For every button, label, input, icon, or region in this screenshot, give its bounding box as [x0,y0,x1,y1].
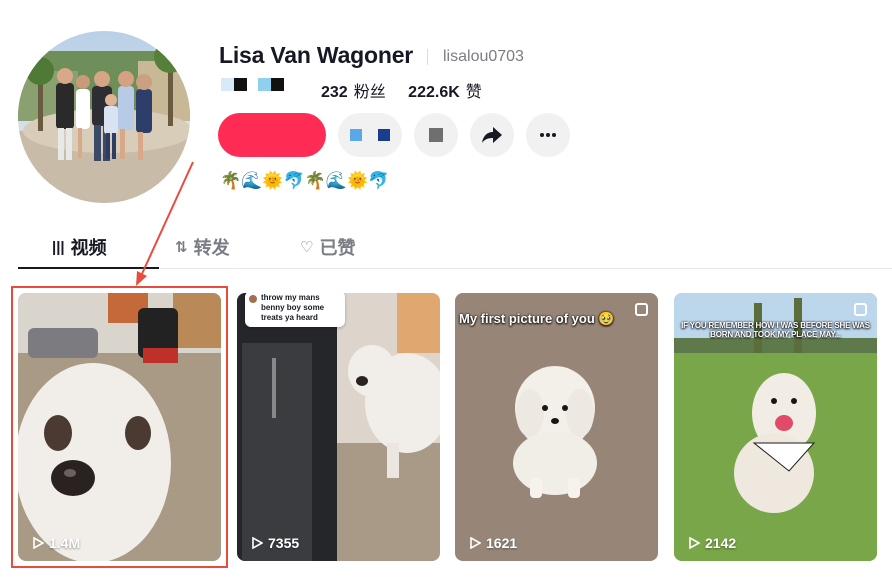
video-2-caption-sticker: throw my mans benny boy some treats ya h… [245,293,345,327]
tab-videos[interactable]: ||| 视频 [52,234,107,260]
glyph-pair-2 [258,78,284,91]
view-count: 2142 [705,535,737,551]
video-2-caption: throw my mans benny boy some treats ya h… [261,293,325,322]
tab-reposts[interactable]: ⇅ 转发 [175,234,230,260]
multi-photo-icon [854,303,867,316]
tab-liked[interactable]: ♡ 已赞 [300,234,355,260]
annotation-highlight-box [11,286,228,568]
likes-stat: 222.6K 赞 [408,84,482,101]
follow-button[interactable] [218,113,326,157]
tab-reposts-label: 转发 [193,238,230,258]
video-2-views: 7355 [251,535,299,551]
likes-label: 赞 [465,84,482,101]
avatar-photo [18,31,190,203]
view-count: 1621 [486,535,518,551]
video-3-caption: My first picture of you 🥹 [459,311,615,326]
multi-photo-icon [635,303,648,316]
play-icon [470,537,481,549]
followers-label: 粉丝 [353,84,386,101]
video-card-3[interactable]: My first picture of you 🥹 1621 [455,293,658,561]
video-4-caption: IF YOU REMEMBER HOW I WAS BEFORE SHE WAS… [681,321,870,339]
profile-stats: 232 粉丝 222.6K 赞 [321,78,500,102]
profile-name: Lisa Van Wagoner [219,42,414,68]
video-thumbnail-3 [455,293,658,561]
unrendered-glyphs [221,78,284,91]
video-4-views: 2142 [688,535,736,551]
name-divider [427,49,428,65]
glyph-pair-1 [221,78,247,91]
profile-handle: lisalou0703 [443,48,524,65]
followers-count: 232 [321,84,348,101]
view-count: 7355 [268,535,300,551]
play-icon [689,537,700,549]
videos-grid-icon: ||| [52,238,65,256]
video-3-views: 1621 [469,535,517,551]
profile-bio: 🌴🌊🌞🐬🌴🌊🌞🐬 [220,171,390,190]
profile-avatar[interactable] [18,31,190,203]
profile-tabs: ||| 视频 ⇅ 转发 ♡ 已赞 [18,226,892,269]
active-tab-underline [18,267,159,269]
more-button[interactable] [526,113,570,157]
video-card-4[interactable]: IF YOU REMEMBER HOW I WAS BEFORE SHE WAS… [674,293,877,561]
video-card-2[interactable]: throw my mans benny boy some treats ya h… [237,293,440,561]
video-thumbnail-2 [237,293,440,561]
tab-liked-label: 已赞 [319,238,356,258]
repost-icon: ⇅ [175,239,188,256]
share-icon [482,127,502,143]
likes-count: 222.6K [408,84,460,101]
add-friend-button[interactable] [414,113,458,157]
followers-stat[interactable]: 232 粉丝 [321,84,386,101]
message-button[interactable] [338,113,402,157]
message-glyph-1 [350,129,362,141]
more-dots-icon [540,133,556,137]
play-icon [252,537,263,549]
sticker-avatar [249,295,257,303]
share-button[interactable] [470,113,514,157]
tab-videos-label: 视频 [70,238,107,258]
add-friend-glyph [429,128,443,142]
heart-icon: ♡ [300,239,314,256]
message-glyph-2 [378,129,390,141]
